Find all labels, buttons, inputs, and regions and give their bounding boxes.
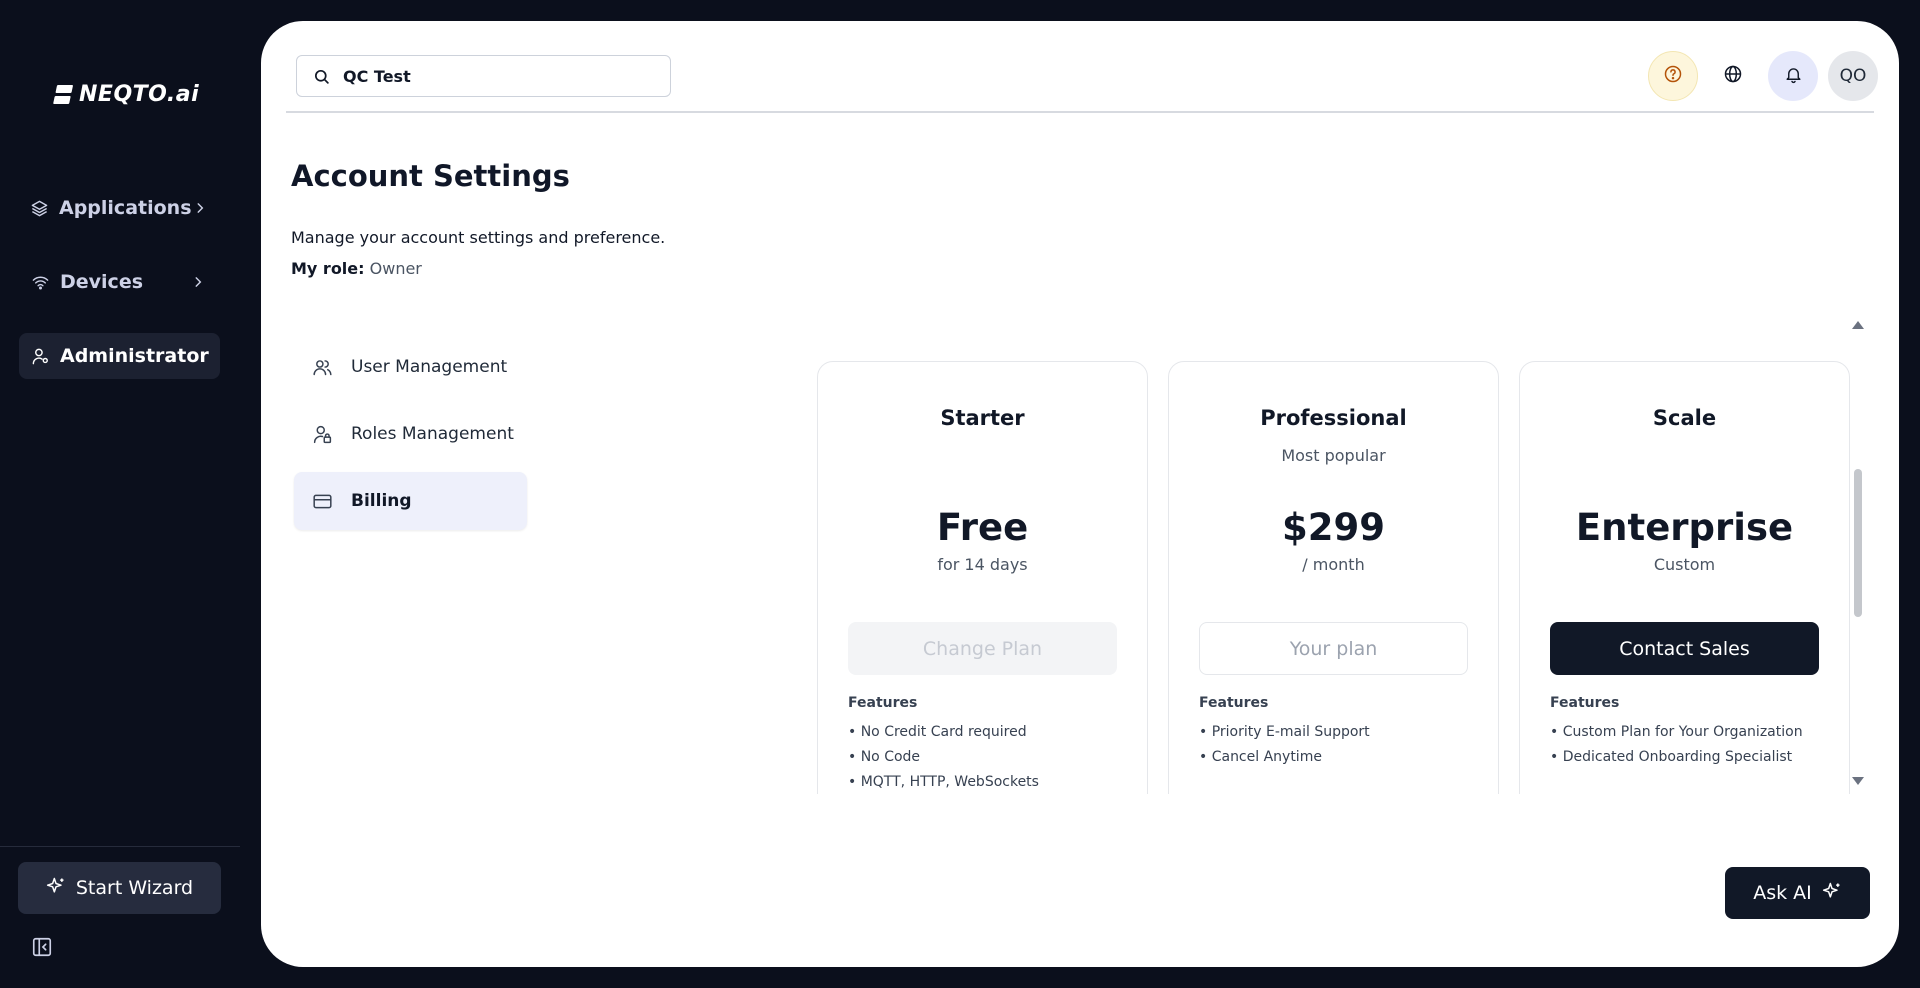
feature-item: • Cancel Anytime (1199, 749, 1322, 765)
bell-icon (1784, 65, 1803, 88)
features-title: Features (848, 695, 918, 711)
settings-subnav: User Management Roles Management Billing (294, 338, 527, 539)
plans-scrollbar[interactable] (1850, 321, 1866, 791)
change-plan-button[interactable]: Change Plan (848, 622, 1117, 675)
search-input[interactable] (343, 66, 643, 86)
help-button[interactable] (1648, 51, 1698, 101)
plan-name: Scale (1652, 406, 1717, 430)
features-list: • Custom Plan for Your Organization • De… (1550, 724, 1803, 774)
search-bar[interactable] (296, 55, 671, 97)
sidebar-item-administrator[interactable]: Administrator (19, 333, 220, 379)
sidebar-item-label: Devices (60, 271, 144, 293)
page-title: Account Settings (291, 159, 570, 193)
plan-price: Free (936, 506, 1029, 549)
features-list: • Priority E-mail Support • Cancel Anyti… (1199, 724, 1370, 774)
start-wizard-button[interactable]: Start Wizard (18, 862, 221, 914)
plans-container: Starter Free for 14 days Change Plan Fea… (817, 339, 1865, 794)
scroll-up-arrow-icon[interactable] (1852, 321, 1864, 329)
features-title: Features (1199, 695, 1269, 711)
role-line: My role: Owner (291, 259, 422, 278)
feature-item: • Custom Plan for Your Organization (1550, 724, 1803, 740)
wifi-icon (30, 272, 50, 292)
your-plan-button[interactable]: Your plan (1199, 622, 1468, 675)
start-wizard-label: Start Wizard (75, 877, 194, 899)
subnav-item-billing[interactable]: Billing (294, 472, 527, 530)
feature-item: • No Code (848, 749, 921, 765)
header-actions: QO (1648, 51, 1878, 101)
plan-card-starter: Starter Free for 14 days Change Plan Fea… (817, 361, 1148, 794)
help-circle-icon (1663, 64, 1683, 88)
plan-price: Enterprise (1575, 506, 1794, 549)
features-title: Features (1550, 695, 1620, 711)
plan-card-scale: Scale Enterprise Custom Contact Sales Fe… (1519, 361, 1850, 794)
collapse-sidebar-icon[interactable] (31, 936, 53, 958)
logo[interactable]: NEQTO.ai (53, 82, 200, 107)
chevron-right-icon (188, 272, 208, 292)
plan-price: $299 (1282, 506, 1385, 549)
subnav-item-user-management[interactable]: User Management (294, 338, 527, 396)
subnav-item-label: User Management (351, 357, 508, 377)
sidebar-divider (0, 846, 240, 847)
sidebar-item-label: Applications (59, 197, 192, 219)
layers-icon (30, 198, 49, 218)
role-label: My role: (291, 259, 365, 278)
user-cog-icon (30, 346, 50, 366)
subnav-item-label: Billing (351, 491, 412, 511)
users-icon (311, 356, 333, 378)
role-value: Owner (369, 259, 422, 278)
ask-ai-button[interactable]: Ask AI (1725, 867, 1870, 919)
user-lock-icon (311, 423, 333, 445)
plan-period: / month (1302, 555, 1365, 574)
features-list: • No Credit Card required • No Code • MQ… (848, 724, 1039, 794)
subnav-item-label: Roles Management (351, 424, 514, 444)
sparkle-icon (1822, 881, 1842, 906)
user-avatar[interactable]: QO (1828, 51, 1878, 101)
plan-name: Professional (1260, 406, 1407, 430)
notifications-button[interactable] (1768, 51, 1818, 101)
sidebar-item-label: Administrator (60, 345, 209, 367)
language-button[interactable] (1708, 51, 1758, 101)
sidebar-item-devices[interactable]: Devices (19, 259, 220, 305)
header-divider (286, 111, 1874, 113)
chevron-right-icon (192, 198, 209, 218)
feature-item: • MQTT, HTTP, WebSockets (848, 774, 1039, 790)
plan-tag: Most popular (1281, 446, 1386, 465)
plan-period: Custom (1653, 555, 1716, 574)
plan-card-professional: Professional Most popular $299 / month Y… (1168, 361, 1499, 794)
main-panel: QO Account Settings Manage your account … (261, 21, 1899, 967)
sparkle-icon (46, 876, 66, 901)
subnav-item-roles-management[interactable]: Roles Management (294, 405, 527, 463)
credit-card-icon (311, 490, 333, 512)
scroll-down-arrow-icon[interactable] (1852, 777, 1864, 785)
search-icon (313, 67, 331, 85)
plan-period: for 14 days (937, 555, 1028, 574)
contact-sales-button[interactable]: Contact Sales (1550, 622, 1819, 675)
feature-item: • Priority E-mail Support (1199, 724, 1370, 740)
sidebar: NEQTO.ai Applications Devices Administra… (0, 0, 262, 988)
scroll-thumb[interactable] (1854, 469, 1862, 617)
ask-ai-label: Ask AI (1753, 882, 1812, 904)
sidebar-nav: Applications Devices Administrator (19, 185, 220, 407)
plan-name: Starter (940, 406, 1025, 430)
logo-mark-icon (53, 84, 74, 105)
feature-item: • Dedicated Onboarding Specialist (1550, 749, 1793, 765)
brand-name: NEQTO.ai (79, 82, 200, 107)
sidebar-item-applications[interactable]: Applications (19, 185, 220, 231)
globe-icon (1723, 64, 1743, 88)
page-description: Manage your account settings and prefere… (291, 228, 666, 247)
feature-item: • No Credit Card required (848, 724, 1027, 740)
